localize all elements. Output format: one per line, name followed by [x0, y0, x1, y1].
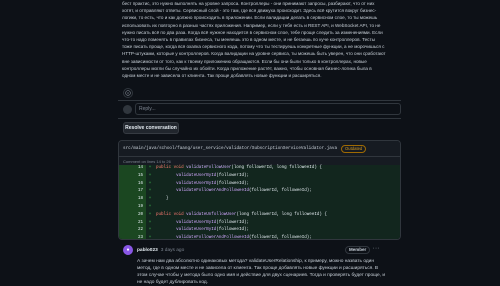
code-line[interactable]: 23 + validateFollowerAndFolloweeId(follow… [119, 235, 400, 240]
file-path[interactable]: src/main/java/school/faang/user_service/… [123, 146, 337, 151]
code-line[interactable]: 16 + validateUserById(followeeId); [119, 180, 400, 189]
code-token: validateFollowerAndFolloweeId [176, 236, 249, 240]
add-reaction-button[interactable] [123, 88, 133, 98]
code-token: validateFollowerAndFolloweeId [176, 189, 249, 194]
smiley-icon [125, 90, 131, 96]
author-name[interactable]: pablo023 [137, 248, 158, 253]
line-number[interactable]: 21 [119, 219, 146, 228]
line-number[interactable]: 23 [119, 235, 146, 239]
diff-sign: + [148, 166, 152, 170]
outdated-badge: Outdated [341, 144, 367, 153]
diff-sign: + [148, 220, 152, 225]
comment-header: pablo023 3 days ago [137, 245, 367, 255]
line-number[interactable]: 19 [119, 203, 146, 212]
line-number[interactable]: 17 [119, 188, 146, 197]
code-text: validateFollowerAndFolloweeId(followerId… [154, 188, 312, 196]
code-token: validateUserById [176, 181, 217, 186]
divider [118, 118, 401, 119]
code-text: validateFollowerAndFolloweeId(followerId… [154, 235, 312, 240]
lines-note: Comment on lines 14 to 26 [119, 157, 400, 165]
code-token: validateUserById [176, 220, 217, 225]
diff-sign: + [148, 212, 152, 217]
code-text: validateUserById(followeeId); [154, 227, 249, 235]
code-token: void [173, 212, 187, 217]
code-token: (followerId); [216, 173, 249, 178]
code-token: public [156, 212, 174, 217]
comment-body: А зачем нам два абсолютно одинаковых мет… [137, 259, 386, 285]
code-token: (followerId); [216, 220, 249, 225]
line-number[interactable]: 16 [119, 180, 146, 189]
previous-comment: бест практис, это нужно выполнять на уро… [122, 0, 386, 79]
code-token: void [173, 166, 187, 170]
line-number[interactable]: 14 [119, 165, 146, 173]
diff-sign: + [148, 189, 152, 194]
code-token: (long followerId, long followeeId) { [231, 166, 322, 170]
diff-sign: + [148, 236, 152, 240]
avatar[interactable]: ● [123, 245, 133, 255]
code-line[interactable]: 19 + [119, 203, 400, 212]
code-token: } [156, 197, 169, 202]
divider [118, 100, 401, 101]
code-token: validateFollowUser [186, 166, 232, 170]
code-text: } [154, 196, 169, 204]
member-badge: Member [345, 246, 371, 254]
code-text: validateUserById(followeeId); [154, 181, 249, 189]
comment-body: бест практис, это нужно выполнять на уро… [122, 1, 386, 79]
code-diff: 14 + public void validateFollowUser(long f… [119, 165, 400, 240]
diff-sign: + [148, 173, 152, 178]
reply-input[interactable] [135, 103, 401, 115]
code-line[interactable]: 14 + public void validateFollowUser(long f… [119, 165, 400, 173]
code-line[interactable]: 18 + } [119, 196, 400, 204]
comment-timestamp[interactable]: 3 days ago [161, 248, 184, 253]
code-token: (long followerId, long followeeId) { [236, 212, 327, 217]
more-options-icon[interactable]: ··· [370, 244, 382, 254]
line-number[interactable]: 15 [119, 172, 146, 181]
diff-sign: + [148, 228, 152, 233]
code-text: public void validateUnfollowUser(long fo… [154, 212, 327, 220]
code-line[interactable]: 21 + validateUserById(followerId); [119, 219, 400, 228]
diff-sign: + [148, 197, 152, 202]
review-file-card: src/main/java/school/faang/user_service/… [118, 140, 401, 240]
code-line[interactable]: 20 + public void validateUnfollowUser(long… [119, 211, 400, 220]
file-header: src/main/java/school/faang/user_service/… [119, 141, 400, 157]
resolve-conversation-button[interactable]: Resolve conversation [123, 122, 179, 134]
code-token: (followeeId); [216, 228, 249, 233]
comment: А зачем нам два абсолютно одинаковых мет… [137, 258, 387, 286]
code-token: validateUserById [176, 173, 217, 178]
code-line[interactable]: 15 + validateUserById(followerId); [119, 172, 400, 181]
conversation-page: бест практис, это нужно выполнять на уро… [0, 0, 500, 285]
diff-sign: + [148, 204, 152, 209]
line-number[interactable]: 22 [119, 227, 146, 236]
line-number[interactable]: 20 [119, 211, 146, 220]
code-token: (followerId, followeeId); [248, 189, 312, 194]
code-line[interactable]: 17 + validateFollowerAndFolloweeId(follow… [119, 188, 400, 197]
line-number[interactable]: 18 [119, 196, 146, 204]
avatar-initial-icon: ● [126, 247, 130, 253]
code-token: validateUserById [176, 228, 217, 233]
code-text: public void validateFollowUser(long foll… [154, 165, 322, 173]
code-token: (followerId, followeeId); [248, 236, 312, 240]
avatar [123, 105, 132, 114]
code-line[interactable]: 22 + validateUserById(followeeId); [119, 227, 400, 236]
diff-sign: + [148, 181, 152, 186]
code-text: validateUserById(followerId); [154, 220, 249, 228]
code-token: (followeeId); [216, 181, 249, 186]
code-text: validateUserById(followerId); [154, 173, 249, 181]
code-token: validateUnfollowUser [186, 212, 237, 217]
code-token: public [156, 166, 174, 170]
